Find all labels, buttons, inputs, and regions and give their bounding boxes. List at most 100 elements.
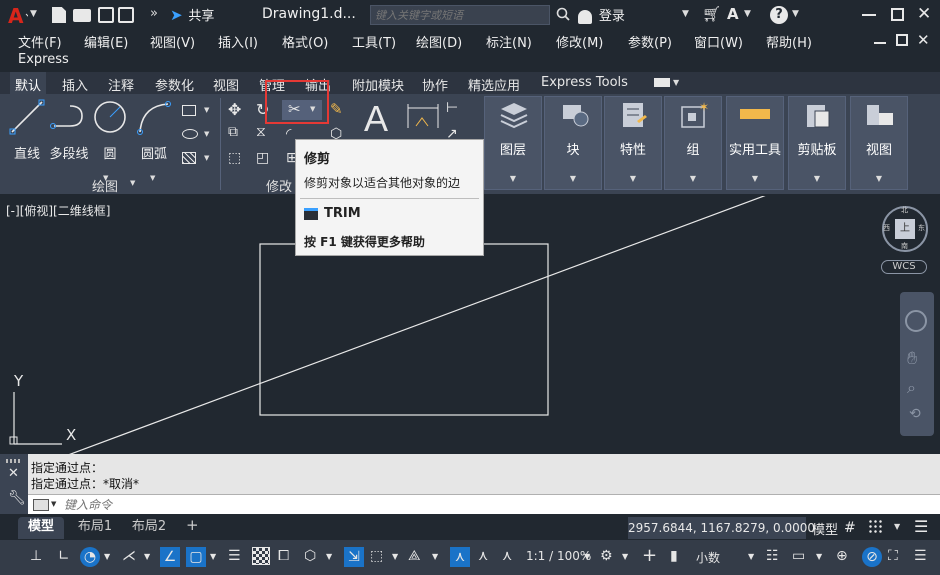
stretch-icon[interactable]: ⬚ [228, 150, 241, 166]
hatch-icon[interactable] [182, 152, 196, 164]
tab-collaborate[interactable]: 协作 [422, 75, 448, 94]
tab-featured-apps[interactable]: 精选应用 [468, 75, 520, 94]
hatch-dropdown-icon[interactable]: ▼ [204, 154, 209, 162]
ellipse-dropdown-icon[interactable]: ▼ [204, 130, 209, 138]
cart-icon[interactable]: 🛒︎ [702, 5, 721, 23]
save-as-icon[interactable] [118, 7, 134, 23]
annotation-visibility-icon[interactable]: ⋏ [450, 547, 470, 567]
annotation-scale-icon[interactable]: ⋏ [502, 548, 512, 564]
orbit-icon[interactable]: ⟲ [909, 406, 921, 422]
transparency-icon[interactable] [252, 547, 270, 565]
command-prompt-icon[interactable] [33, 499, 49, 511]
tab-express-tools[interactable]: Express Tools [541, 75, 628, 90]
viewcube-west[interactable]: 西 [883, 223, 890, 233]
pan-hand-icon[interactable]: ✋︎ [907, 348, 917, 369]
viewcube-east[interactable]: 东 [918, 223, 925, 233]
dynamic-ucs-icon[interactable]: ⇲ [344, 547, 364, 567]
infer-constraints-icon[interactable]: ⊥ [30, 548, 42, 564]
workspace-dropdown-icon[interactable]: ▼ [622, 552, 628, 561]
doc-restore-button[interactable] [896, 34, 908, 46]
menu-tools[interactable]: 工具(T) [352, 32, 396, 51]
ellipse-icon[interactable] [182, 129, 198, 139]
coordinates-readout[interactable]: 2957.6844, 1167.8279, 0.0000 [628, 517, 815, 539]
zoom-extents-icon[interactable]: ⌕ [907, 378, 916, 398]
object-snap-dropdown-icon[interactable]: ▼ [210, 552, 216, 561]
command-line-grip[interactable]: ✕ 🔧︎ [0, 454, 28, 514]
viewcube[interactable]: 上 北 南 西 东 [882, 206, 928, 252]
ortho-mode-icon[interactable]: ∟ [58, 548, 70, 564]
viewcube-north[interactable]: 北 [901, 205, 908, 215]
units-value[interactable]: 小数 [696, 549, 720, 566]
snap-dropdown-icon[interactable]: ▼ [894, 522, 900, 531]
tab-addins[interactable]: 附加模块 [352, 75, 404, 94]
command-close-icon[interactable]: ✕ [8, 466, 19, 481]
tab-layout2[interactable]: 布局2 [126, 517, 172, 539]
search-icon[interactable] [556, 7, 570, 21]
ribbon-toggle-icon[interactable] [654, 78, 670, 87]
auto-scale-icon[interactable]: ⋏ [478, 548, 488, 564]
tab-insert[interactable]: 插入 [62, 75, 88, 94]
units-dropdown-icon[interactable]: ▼ [748, 552, 754, 561]
hardware-acceleration-icon[interactable]: ⊘ [862, 547, 882, 567]
wcs-button[interactable]: WCS [881, 260, 927, 274]
lineweight-icon[interactable]: ☰ [228, 548, 241, 564]
new-file-icon[interactable] [52, 7, 66, 23]
fillet-icon[interactable]: ◜ [286, 126, 291, 142]
arc-tool[interactable]: 圆弧 [134, 98, 174, 162]
minimize-button[interactable] [862, 14, 876, 16]
close-button[interactable]: ✕ [917, 4, 931, 24]
rectangle-dropdown-icon[interactable]: ▼ [204, 106, 209, 114]
maximize-button[interactable] [891, 8, 904, 21]
circle-tool[interactable]: 圆 [92, 98, 128, 162]
mirror-icon[interactable]: ⧖ [256, 124, 266, 140]
steering-wheel-icon[interactable] [905, 310, 927, 332]
move-icon[interactable]: ✥ [228, 100, 241, 119]
draw-panel-expand-icon[interactable]: ▼ [130, 179, 135, 187]
annotation-monitor-icon[interactable]: + [642, 545, 657, 566]
group-button[interactable]: ✶ 组 ▼ [664, 96, 722, 190]
rectangle-icon[interactable] [182, 105, 196, 116]
app-dropdown-icon[interactable]: ▼ [744, 9, 751, 19]
selection-filter-icon[interactable]: ⬚ [370, 548, 383, 564]
menu-draw[interactable]: 绘图(D) [416, 32, 462, 51]
tab-annotate[interactable]: 注释 [108, 75, 134, 94]
menu-window[interactable]: 窗口(W) [694, 32, 743, 51]
menu-dimension[interactable]: 标注(N) [486, 32, 532, 51]
dimension-icon[interactable] [406, 100, 440, 130]
dropdown-arrow-icon[interactable]: ▼ [30, 9, 37, 19]
isodraft-icon[interactable]: ⋌ [122, 548, 136, 564]
draw-panel-label[interactable]: 绘图 [92, 176, 118, 195]
properties-button[interactable]: 特性 ▼ [604, 96, 662, 190]
tab-model[interactable]: 模型 [18, 517, 64, 539]
add-layout-button[interactable]: + [186, 516, 199, 534]
menu-insert[interactable]: 插入(I) [218, 32, 258, 51]
polar-tracking-icon[interactable]: ◔ [80, 547, 100, 567]
lock-ui-icon[interactable]: ▭ [792, 548, 805, 564]
annotation-scale-value[interactable]: 1:1 / 100% [526, 549, 591, 563]
3d-osnap-icon[interactable]: ⬡ [304, 548, 316, 564]
menu-format[interactable]: 格式(O) [282, 32, 328, 51]
viewcube-south[interactable]: 南 [901, 241, 908, 251]
modify-panel-label[interactable]: 修改 [266, 176, 292, 195]
selection-filter-dropdown-icon[interactable]: ▼ [392, 552, 398, 561]
tab-layout1[interactable]: 布局1 [72, 517, 118, 539]
layer-button[interactable]: 图层 ▼ [484, 96, 542, 190]
login-dropdown-icon[interactable]: ▼ [682, 9, 689, 19]
menu-express[interactable]: Express [18, 52, 69, 67]
object-snap-tracking-icon[interactable]: ∠ [160, 547, 180, 567]
model-space-button[interactable]: 模型 [812, 519, 838, 538]
help-dropdown-icon[interactable]: ▼ [792, 9, 799, 19]
customize-wrench-icon[interactable]: 🔧︎ [8, 490, 26, 506]
menu-modify[interactable]: 修改(M) [556, 32, 603, 51]
isolate-objects-icon[interactable]: ⊕ [836, 548, 848, 564]
clean-screen-icon[interactable]: ⛶ [888, 548, 898, 564]
customization-icon[interactable]: ☰ [914, 548, 927, 564]
scale-dropdown-icon[interactable]: ▼ [584, 552, 590, 561]
polyline-tool[interactable]: 多段线 [48, 98, 90, 162]
tab-view[interactable]: 视图 [213, 75, 239, 94]
login-button[interactable]: 登录 [578, 5, 625, 25]
copy-icon[interactable]: ⧉ [228, 124, 238, 140]
pencil-icon[interactable]: ✎ [330, 100, 343, 118]
gizmo-dropdown-icon[interactable]: ▼ [432, 552, 438, 561]
command-prompt-dropdown-icon[interactable]: ▼ [51, 500, 56, 508]
